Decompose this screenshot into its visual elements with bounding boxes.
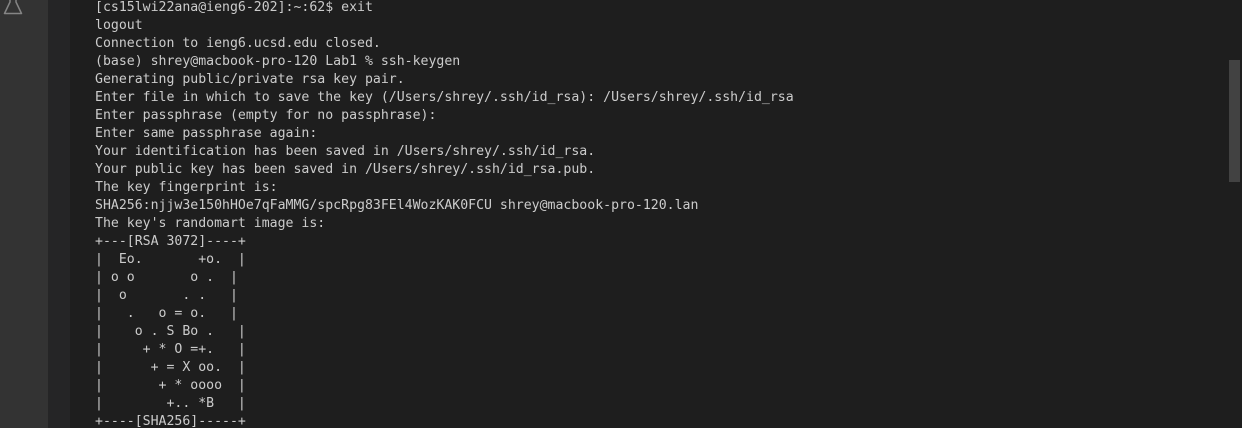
terminal-output: [cs15lwi22ana@ieng6-202]:~:62$ exit logou… (95, 0, 794, 428)
terminal-line: Generating public/private rsa key pair. (95, 72, 405, 87)
terminal-line: +----[SHA256]-----+ (95, 414, 246, 428)
terminal-line: | . o = o. | (95, 306, 238, 321)
terminal-line: Your public key has been saved in /Users… (95, 162, 596, 177)
scrollbar-thumb[interactable] (1229, 60, 1240, 182)
terminal-line: The key fingerprint is: (95, 180, 278, 195)
terminal-line: logout (95, 18, 143, 33)
terminal-line: Connection to ieng6.ucsd.edu closed. (95, 36, 381, 51)
terminal-line: The key's randomart image is: (95, 216, 326, 231)
terminal-line: | o . . | (95, 288, 238, 303)
terminal-line: | + = X oo. | (95, 360, 246, 375)
terminal-line: | Eo. +o. | (95, 252, 246, 267)
terminal-line: [cs15lwi22ana@ieng6-202]:~:62$ exit (95, 0, 373, 15)
terminal-line: Enter file in which to save the key (/Us… (95, 90, 794, 105)
side-panel (48, 0, 70, 428)
terminal-scrollbar[interactable] (1228, 0, 1242, 428)
terminal-line: | + * O =+. | (95, 342, 246, 357)
terminal-line: Enter same passphrase again: (95, 126, 318, 141)
terminal-panel[interactable]: [cs15lwi22ana@ieng6-202]:~:62$ exit logou… (70, 0, 1228, 428)
terminal-line: (base) shrey@macbook-pro-120 Lab1 % ssh-… (95, 54, 461, 69)
terminal-line: | o . S Bo . | (95, 324, 246, 339)
terminal-line: | o o o . | (95, 270, 238, 285)
terminal-line: +---[RSA 3072]----+ (95, 234, 246, 249)
terminal-line: SHA256:njjw3e150hHOe7qFaMMG/spcRpg83FEl4… (95, 198, 699, 213)
terminal-line: Your identification has been saved in /U… (95, 144, 596, 159)
flask-icon[interactable] (3, 0, 23, 16)
vscode-window: [cs15lwi22ana@ieng6-202]:~:62$ exit logou… (0, 0, 1242, 428)
activity-bar (0, 0, 48, 428)
terminal-line: | + * oooo | (95, 378, 246, 393)
terminal-line: Enter passphrase (empty for no passphras… (95, 108, 437, 123)
terminal-line: | +.. *B | (95, 396, 246, 411)
